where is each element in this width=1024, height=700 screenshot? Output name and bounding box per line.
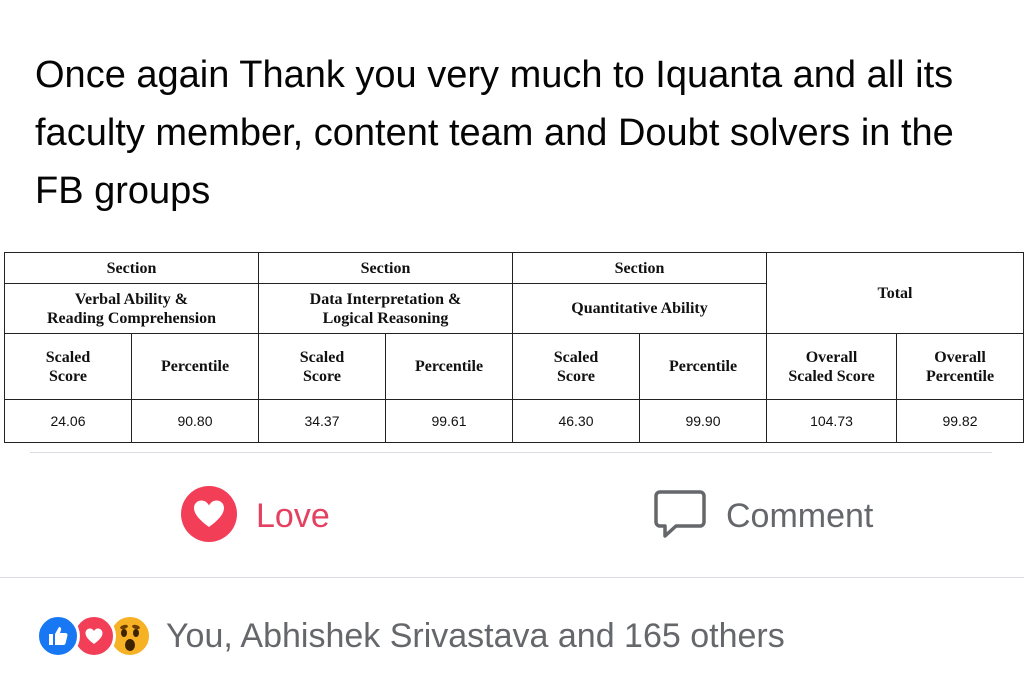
reactions-summary[interactable]: You, Abhishek Srivastava and 165 others bbox=[36, 608, 785, 664]
scorecard-table: Section Section Section Total Verbal Abi… bbox=[4, 252, 1024, 443]
overall-scaled-score: 104.73 bbox=[766, 399, 897, 443]
reaction-icons bbox=[36, 614, 152, 658]
header-line: Overall bbox=[805, 348, 858, 366]
section-header-qa: Section bbox=[512, 252, 767, 284]
qa-percentile: 99.90 bbox=[639, 399, 767, 443]
reactions-summary-text: You, Abhishek Srivastava and 165 others bbox=[166, 616, 785, 655]
love-label: Love bbox=[256, 496, 330, 535]
dilr-percentile: 99.61 bbox=[385, 399, 513, 443]
scaled-score-header: Scaled Score bbox=[258, 333, 386, 400]
section-name-dilr: Data Interpretation & Logical Reasoning bbox=[258, 283, 513, 334]
post-text: Once again Thank you very much to Iquant… bbox=[35, 54, 954, 212]
love-button[interactable]: Love bbox=[180, 485, 330, 548]
percentile-header: Percentile bbox=[639, 333, 767, 400]
scorecard-image: Section Section Section Total Verbal Abi… bbox=[0, 248, 1024, 448]
comment-button[interactable]: Comment bbox=[652, 486, 873, 546]
header-line: Score bbox=[557, 367, 595, 385]
overall-percentile-header: Overall Percentile bbox=[896, 333, 1024, 400]
section-name-line: Logical Reasoning bbox=[322, 309, 449, 327]
varc-scaled-score: 24.06 bbox=[4, 399, 132, 443]
scaled-score-header: Scaled Score bbox=[4, 333, 132, 400]
header-line: Scaled bbox=[299, 348, 345, 366]
header-line: Score bbox=[303, 367, 341, 385]
header-line: Percentile bbox=[925, 367, 995, 385]
section-name-line: Reading Comprehension bbox=[46, 309, 217, 327]
header-line: Score bbox=[49, 367, 87, 385]
like-icon bbox=[36, 614, 80, 658]
comment-label: Comment bbox=[726, 496, 874, 535]
scaled-score-header: Scaled Score bbox=[512, 333, 640, 400]
header-line: Overall bbox=[934, 348, 986, 366]
header-line: Scaled Score bbox=[788, 367, 875, 385]
qa-scaled-score: 46.30 bbox=[512, 399, 640, 443]
overall-scaled-score-header: Overall Scaled Score bbox=[766, 333, 897, 400]
actions-divider bbox=[0, 577, 1024, 578]
overall-percentile: 99.82 bbox=[896, 399, 1024, 443]
section-header-varc: Section bbox=[4, 252, 259, 284]
section-name-line: Data Interpretation & bbox=[309, 290, 462, 308]
dilr-scaled-score: 34.37 bbox=[258, 399, 386, 443]
section-name-line: Verbal Ability & bbox=[74, 290, 189, 308]
percentile-header: Percentile bbox=[385, 333, 513, 400]
total-header: Total bbox=[766, 252, 1024, 334]
comment-icon bbox=[652, 486, 708, 547]
section-header-dilr: Section bbox=[258, 252, 513, 284]
section-name-varc: Verbal Ability & Reading Comprehension bbox=[4, 283, 259, 334]
content-divider bbox=[30, 452, 992, 453]
percentile-header: Percentile bbox=[131, 333, 259, 400]
love-reaction-icon bbox=[180, 485, 238, 548]
section-name-qa: Quantitative Ability bbox=[512, 283, 767, 334]
varc-percentile: 90.80 bbox=[131, 399, 259, 443]
header-line: Scaled bbox=[553, 348, 599, 366]
header-line: Scaled bbox=[45, 348, 91, 366]
